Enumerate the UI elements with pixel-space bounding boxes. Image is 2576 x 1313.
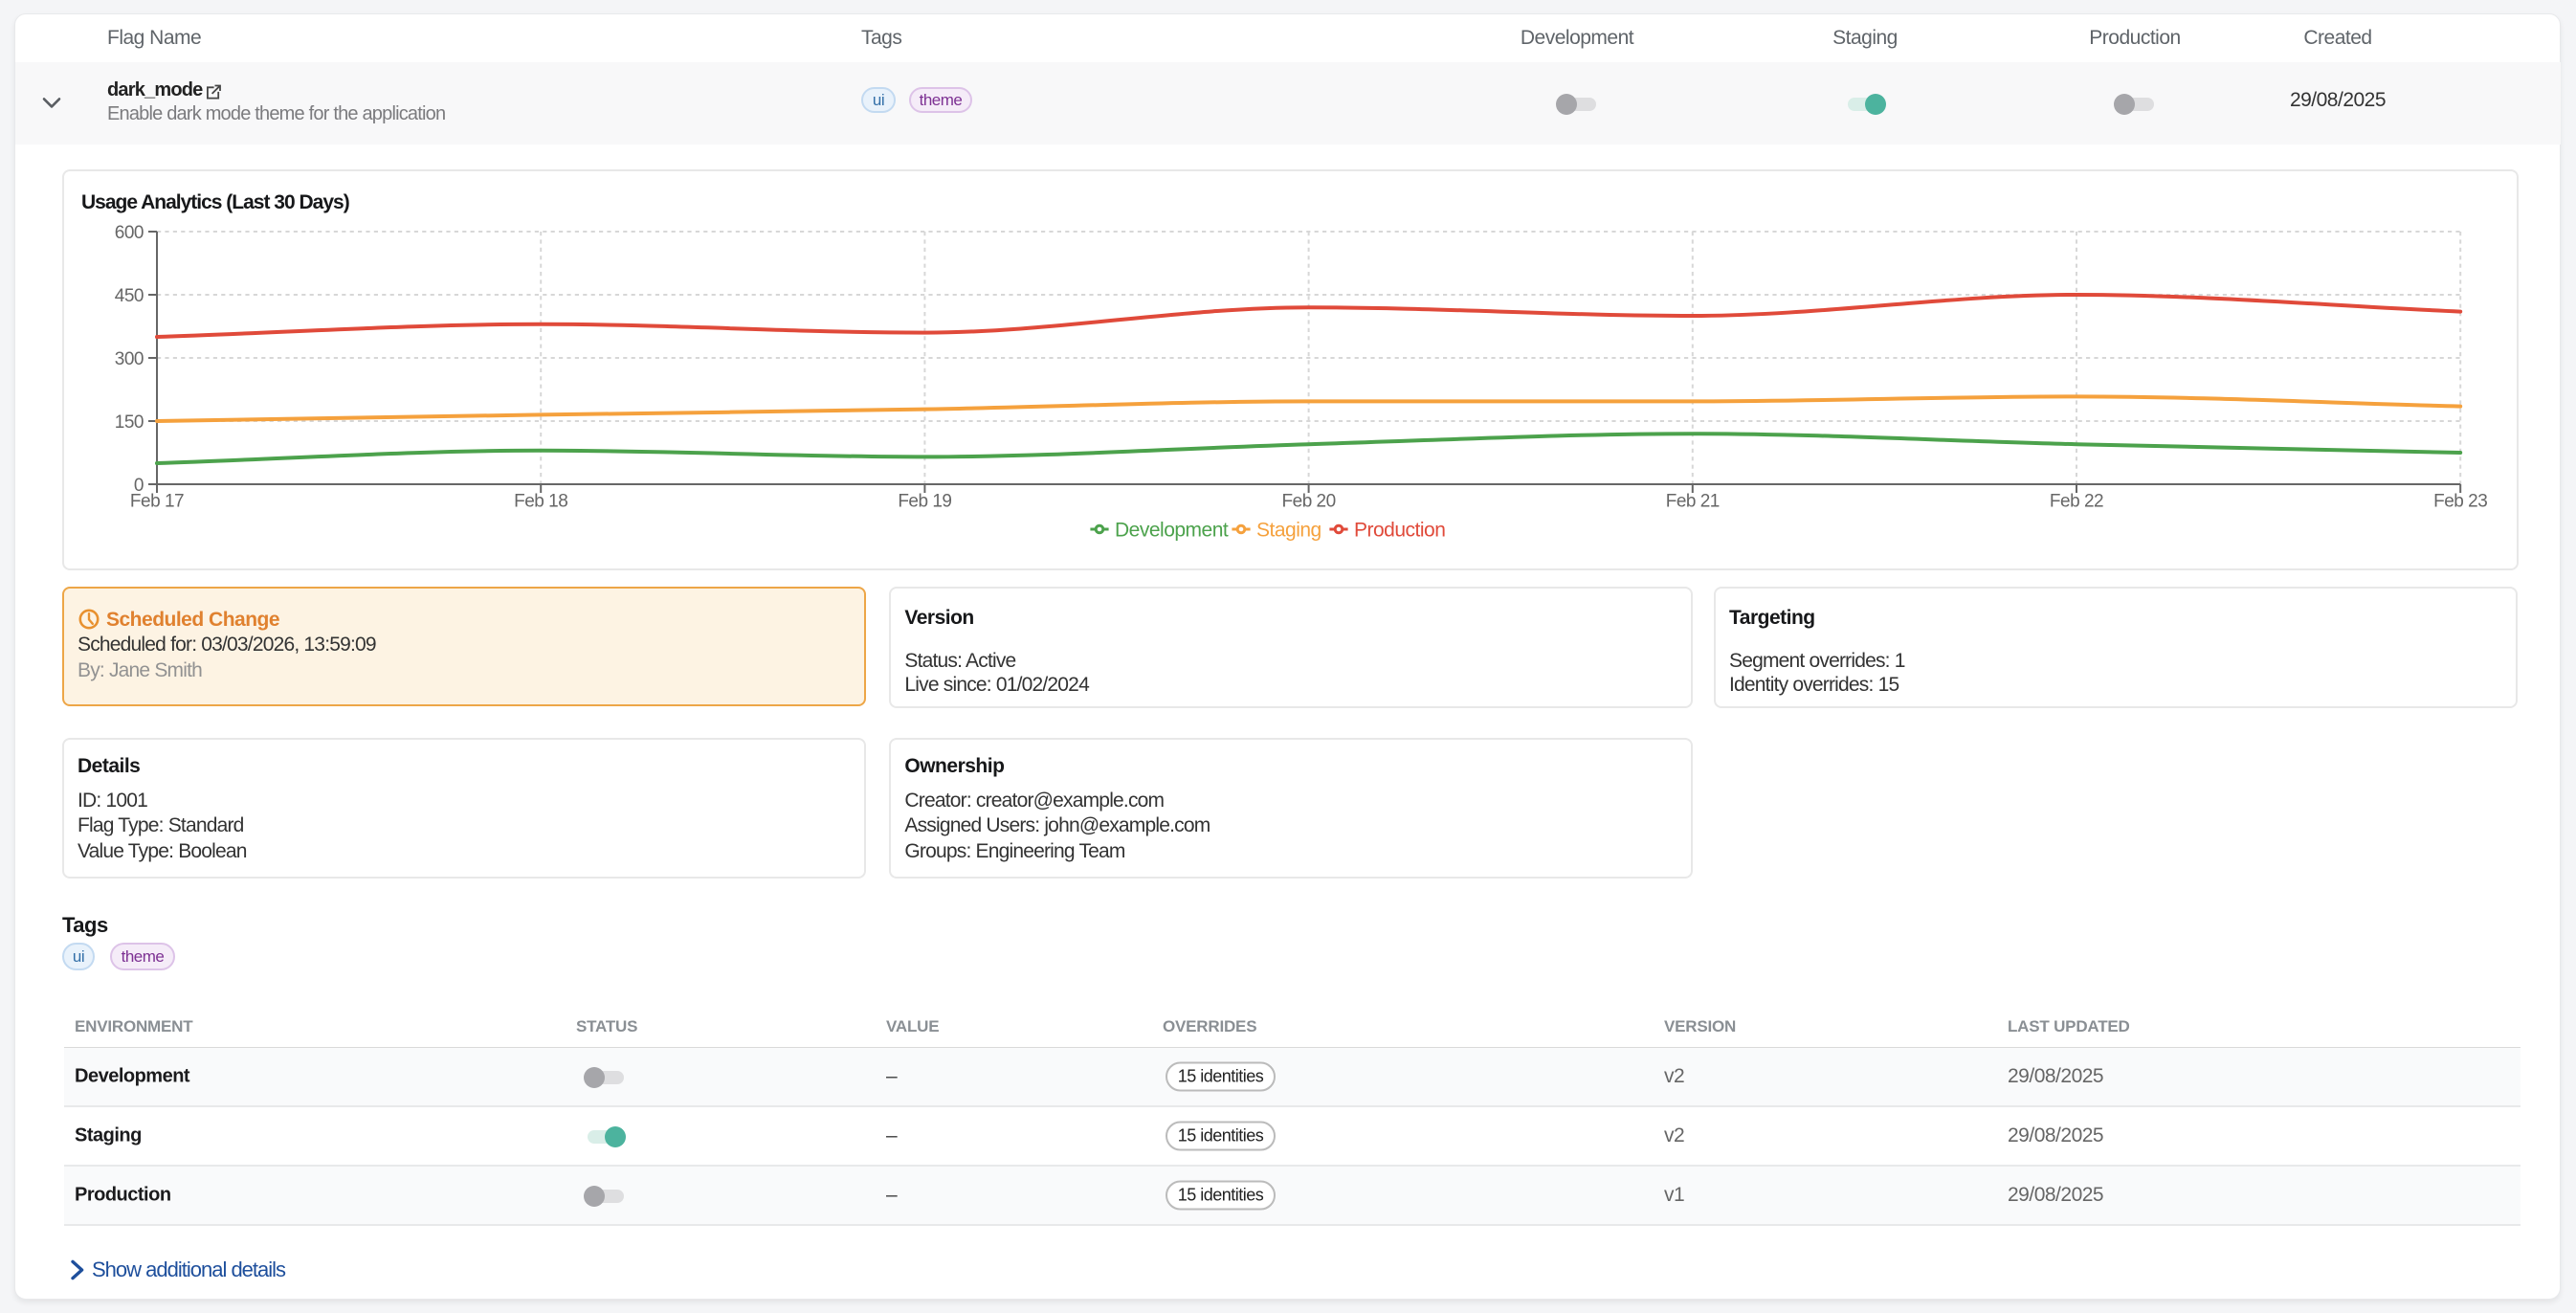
svg-text:Feb 21: Feb 21 bbox=[1666, 492, 1720, 512]
svg-text:Staging: Staging bbox=[1256, 519, 1321, 541]
svg-text:Production: Production bbox=[1354, 519, 1445, 541]
svg-text:Development: Development bbox=[1115, 519, 1229, 541]
svg-text:Feb 17: Feb 17 bbox=[130, 492, 184, 512]
svg-text:Feb 20: Feb 20 bbox=[1282, 492, 1336, 512]
svg-text:150: 150 bbox=[115, 412, 144, 433]
svg-text:Feb 18: Feb 18 bbox=[514, 492, 567, 512]
svg-text:Feb 19: Feb 19 bbox=[898, 492, 951, 512]
svg-text:300: 300 bbox=[115, 349, 144, 369]
svg-text:Feb 22: Feb 22 bbox=[2050, 492, 2103, 512]
svg-text:Feb 23: Feb 23 bbox=[2433, 492, 2487, 512]
svg-text:600: 600 bbox=[115, 223, 144, 243]
svg-text:450: 450 bbox=[115, 286, 144, 306]
